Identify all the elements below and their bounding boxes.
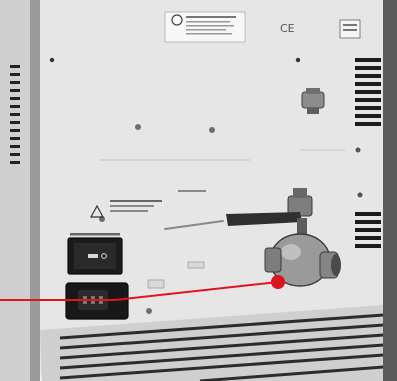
ce-mark: CE bbox=[280, 22, 295, 35]
equipment-rear-panel-photo: CE bbox=[0, 0, 397, 381]
certification-label bbox=[339, 19, 361, 39]
equipment-photo: CE bbox=[0, 0, 397, 381]
svg-text:CE: CE bbox=[280, 22, 295, 35]
callout-target-dot bbox=[271, 275, 285, 289]
power-rocker-switch bbox=[67, 237, 123, 275]
right-cabinet-edge bbox=[381, 0, 397, 381]
panel-left-edge bbox=[30, 0, 40, 381]
left-shadow bbox=[0, 0, 30, 381]
rating-label-plate bbox=[164, 11, 246, 43]
